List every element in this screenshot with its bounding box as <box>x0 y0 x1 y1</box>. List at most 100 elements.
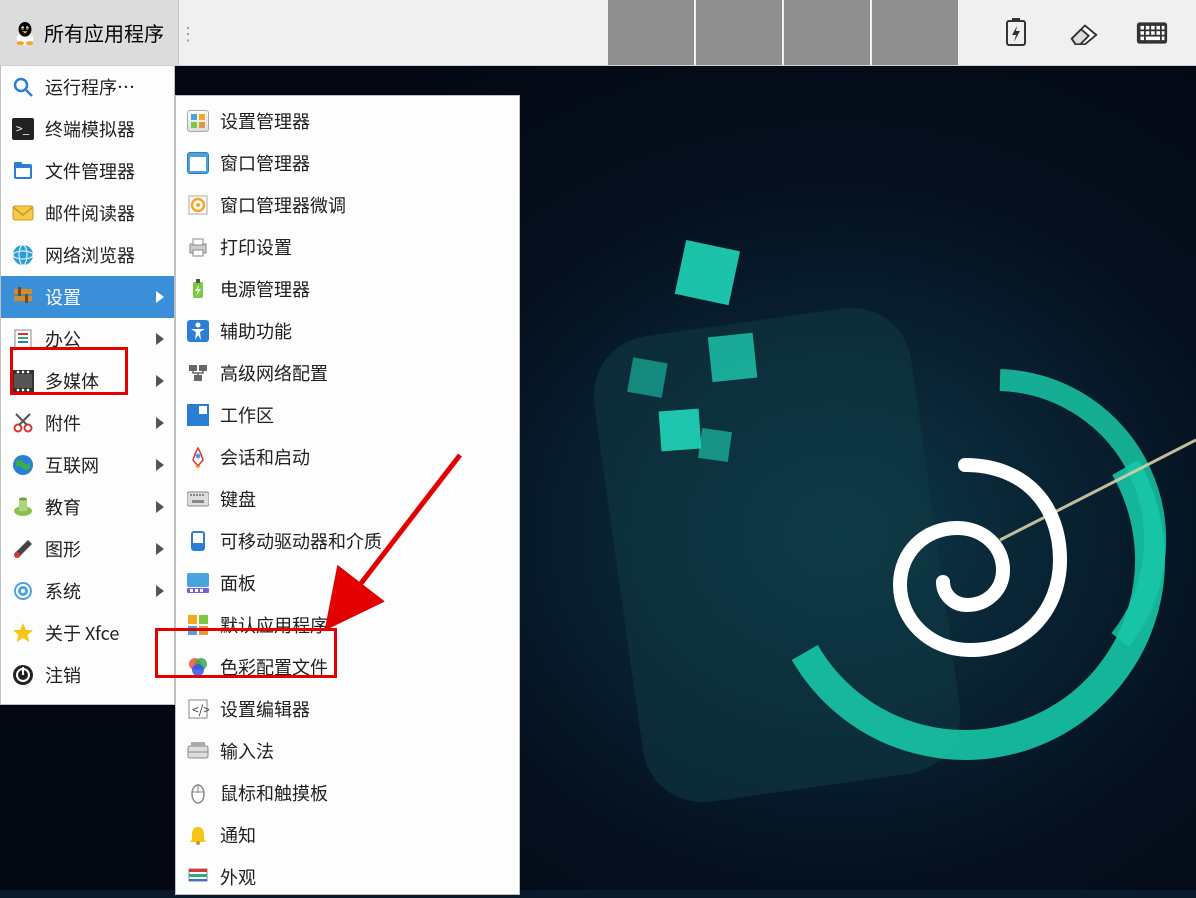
printers-icon <box>186 235 210 259</box>
task-button-1[interactable] <box>608 0 696 65</box>
settings-manager-icon <box>186 109 210 133</box>
submenu-item-accessibility[interactable]: 辅助功能 <box>176 310 519 352</box>
submenu-arrow-icon <box>156 501 164 513</box>
applications-menu-button[interactable]: 所有应用程序 <box>0 0 179 65</box>
menu-item-web[interactable]: 网络浏览器 <box>1 234 174 276</box>
submenu-item-window-manager[interactable]: 窗口管理器 <box>176 142 519 184</box>
settings-icon <box>11 285 35 309</box>
brush-icon <box>11 537 35 561</box>
submenu-item-label: 设置管理器 <box>220 108 310 134</box>
submenu-item-label: 色彩配置文件 <box>220 654 328 680</box>
submenu-item-label: 键盘 <box>220 486 256 512</box>
keyboard-icon[interactable] <box>1136 17 1168 49</box>
terminal-icon: >_ <box>11 117 35 141</box>
task-button-2[interactable] <box>696 0 784 65</box>
submenu-item-settings-editor[interactable]: </>设置编辑器 <box>176 688 519 730</box>
submenu-item-mouse[interactable]: 鼠标和触摸板 <box>176 772 519 814</box>
menu-item-logout[interactable]: 注销 <box>1 654 174 696</box>
menu-item-label: 关于 Xfce <box>45 620 119 646</box>
input-method-icon <box>186 739 210 763</box>
submenu-item-session[interactable]: 会话和启动 <box>176 436 519 478</box>
submenu-item-panel[interactable]: 面板 <box>176 562 519 604</box>
menu-item-run[interactable]: 运行程序… <box>1 66 174 108</box>
svg-text:>_: >_ <box>16 120 30 137</box>
menu-item-internet[interactable]: 互联网 <box>1 444 174 486</box>
menu-item-label: 系统 <box>45 578 81 604</box>
submenu-item-label: 通知 <box>220 822 256 848</box>
tux-icon <box>14 20 36 46</box>
applications-menu-label: 所有应用程序 <box>44 18 164 47</box>
submenu-arrow-icon <box>156 417 164 429</box>
appearance-icon <box>186 865 210 889</box>
system-tray <box>960 0 1196 65</box>
submenu-item-default-apps[interactable]: 默认应用程序 <box>176 604 519 646</box>
submenu-item-label: 鼠标和触摸板 <box>220 780 328 806</box>
accessibility-icon <box>186 319 210 343</box>
battery-icon[interactable] <box>1000 17 1032 49</box>
task-button-4[interactable] <box>872 0 960 65</box>
menu-item-education[interactable]: 教育 <box>1 486 174 528</box>
session-icon <box>186 445 210 469</box>
submenu-arrow-icon <box>156 291 164 303</box>
menu-item-label: 邮件阅读器 <box>45 200 135 226</box>
menu-item-label: 注销 <box>45 662 81 688</box>
taskbar <box>608 0 960 65</box>
notifications-icon <box>186 823 210 847</box>
settings-submenu: 设置管理器窗口管理器窗口管理器微调打印设置电源管理器辅助功能高级网络配置工作区会… <box>175 95 520 895</box>
submenu-arrow-icon <box>156 459 164 471</box>
menu-item-settings[interactable]: 设置 <box>1 276 174 318</box>
eraser-icon[interactable] <box>1068 17 1100 49</box>
workspaces-icon <box>186 403 210 427</box>
submenu-item-color[interactable]: 色彩配置文件 <box>176 646 519 688</box>
submenu-item-label: 会话和启动 <box>220 444 310 470</box>
submenu-item-window-manager-tweaks[interactable]: 窗口管理器微调 <box>176 184 519 226</box>
submenu-item-removable[interactable]: 可移动驱动器和介质 <box>176 520 519 562</box>
applications-menu: 运行程序…>_终端模拟器文件管理器邮件阅读器网络浏览器设置办公多媒体附件互联网教… <box>0 66 175 705</box>
submenu-item-network[interactable]: 高级网络配置 <box>176 352 519 394</box>
task-button-3[interactable] <box>784 0 872 65</box>
menu-item-terminal[interactable]: >_终端模拟器 <box>1 108 174 150</box>
submenu-item-label: 电源管理器 <box>220 276 310 302</box>
menu-item-label: 网络浏览器 <box>45 242 135 268</box>
menu-item-system[interactable]: 系统 <box>1 570 174 612</box>
submenu-item-keyboard[interactable]: 键盘 <box>176 478 519 520</box>
settings-editor-icon: </> <box>186 697 210 721</box>
menu-item-accessories[interactable]: 附件 <box>1 402 174 444</box>
menu-item-graphics[interactable]: 图形 <box>1 528 174 570</box>
keyboard-icon <box>186 487 210 511</box>
edu-icon <box>11 495 35 519</box>
panel-icon <box>186 571 210 595</box>
submenu-item-label: 高级网络配置 <box>220 360 328 386</box>
mouse-icon <box>186 781 210 805</box>
globe2-icon <box>11 453 35 477</box>
submenu-item-label: 可移动驱动器和介质 <box>220 528 382 554</box>
power-manager-icon <box>186 277 210 301</box>
submenu-item-input-method[interactable]: 输入法 <box>176 730 519 772</box>
panel-handle-icon[interactable]: ⋮ <box>179 0 189 65</box>
submenu-item-printers[interactable]: 打印设置 <box>176 226 519 268</box>
submenu-item-label: 外观 <box>220 864 256 890</box>
removable-icon <box>186 529 210 553</box>
power-icon <box>11 663 35 687</box>
menu-item-filemgr[interactable]: 文件管理器 <box>1 150 174 192</box>
submenu-item-settings-manager[interactable]: 设置管理器 <box>176 100 519 142</box>
submenu-item-appearance[interactable]: 外观 <box>176 856 519 898</box>
submenu-item-label: 默认应用程序 <box>220 612 328 638</box>
files-icon <box>11 159 35 183</box>
submenu-arrow-icon <box>156 333 164 345</box>
svg-text:</>: </> <box>192 701 209 718</box>
submenu-item-notifications[interactable]: 通知 <box>176 814 519 856</box>
menu-item-about[interactable]: 关于 Xfce <box>1 612 174 654</box>
window-manager-icon <box>186 151 210 175</box>
submenu-item-power-manager[interactable]: 电源管理器 <box>176 268 519 310</box>
menu-item-multimedia[interactable]: 多媒体 <box>1 360 174 402</box>
color-icon <box>186 655 210 679</box>
mail-icon <box>11 201 35 225</box>
submenu-item-workspaces[interactable]: 工作区 <box>176 394 519 436</box>
submenu-item-label: 窗口管理器 <box>220 150 310 176</box>
menu-item-mail[interactable]: 邮件阅读器 <box>1 192 174 234</box>
menu-item-label: 多媒体 <box>45 368 99 394</box>
star-icon <box>11 621 35 645</box>
submenu-item-label: 辅助功能 <box>220 318 292 344</box>
menu-item-office[interactable]: 办公 <box>1 318 174 360</box>
